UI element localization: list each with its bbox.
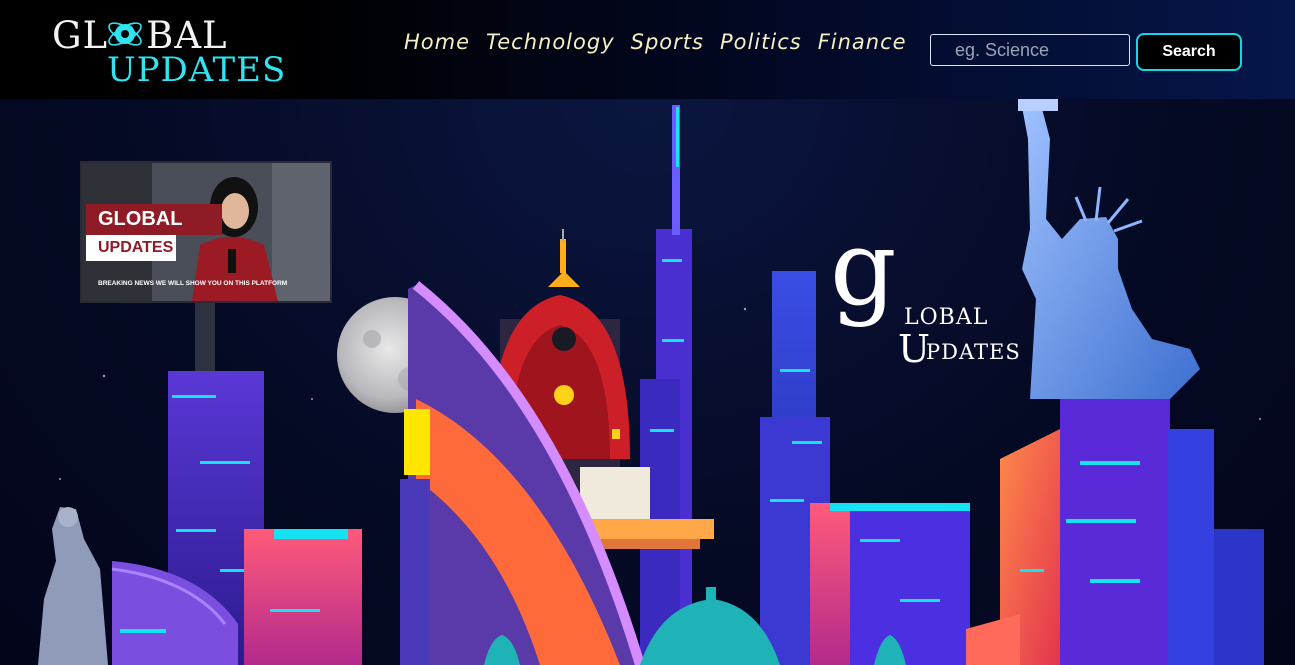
billboard-tag-updates: UPDATES xyxy=(86,235,176,261)
hero-banner: GLOBAL UPDATES BREAKING NEWS WE WILL SHO… xyxy=(0,99,1295,665)
nav-politics[interactable]: Politics xyxy=(720,30,802,54)
main-nav: Home Technology Sports Politics Finance xyxy=(404,30,907,54)
globe-icon xyxy=(108,22,142,46)
global-updates-emblem: g LOBAL U PDATES xyxy=(828,213,1038,375)
billboard-ticker: BREAKING NEWS WE WILL SHOW YOU ON THIS P… xyxy=(98,280,288,287)
search-button[interactable]: Search xyxy=(1136,33,1242,71)
news-billboard[interactable]: GLOBAL UPDATES BREAKING NEWS WE WILL SHO… xyxy=(80,161,332,303)
nav-finance[interactable]: Finance xyxy=(818,30,907,54)
emblem-letter-g: g xyxy=(830,207,897,329)
statue-of-liberty xyxy=(1022,101,1200,399)
statue-left xyxy=(38,507,108,665)
nav-home[interactable]: Home xyxy=(404,30,470,54)
navbar: GL BAL UPDATES Home Technology Sports Pol… xyxy=(0,0,1295,99)
site-logo[interactable]: GL BAL UPDATES xyxy=(52,12,302,92)
nav-technology[interactable]: Technology xyxy=(486,30,615,54)
search-input[interactable] xyxy=(930,34,1130,66)
nav-sports[interactable]: Sports xyxy=(631,30,704,54)
logo-word-updates: UPDATES xyxy=(107,50,287,90)
emblem-word-pdates: PDATES xyxy=(926,340,1021,364)
billboard-tag-global: GLOBAL xyxy=(86,204,222,235)
